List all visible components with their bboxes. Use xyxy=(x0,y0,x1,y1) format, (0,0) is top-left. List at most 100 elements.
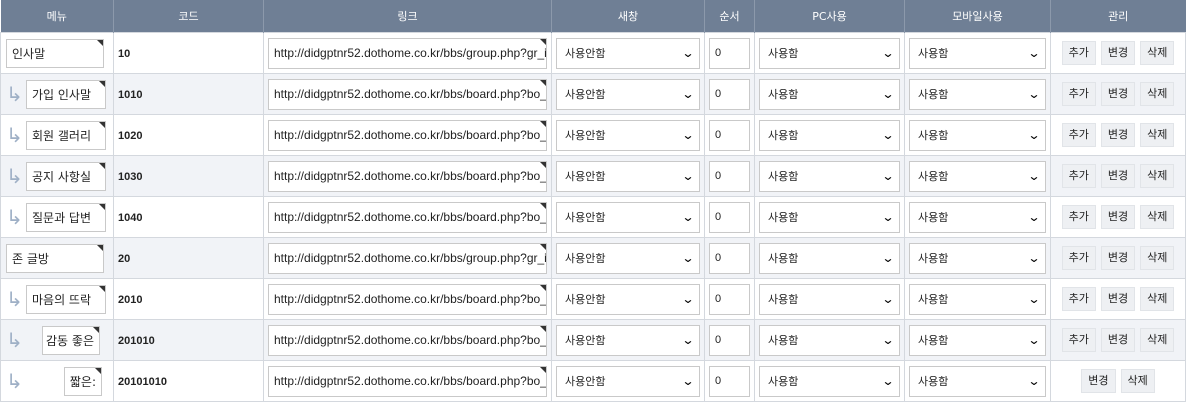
delete-button[interactable]: 삭제 xyxy=(1120,369,1155,393)
link-cell: http://didgptnr52.dothome.co.kr/bbs/boar… xyxy=(263,196,552,238)
pc-use-select[interactable]: 사용함 ⌄ xyxy=(759,242,900,274)
menu-cell: 인사말 xyxy=(0,32,114,74)
mobile-use-select[interactable]: 사용함 ⌄ xyxy=(909,201,1046,233)
new-window-value: 사용안함 xyxy=(565,252,606,265)
menu-name-input[interactable]: 회원 갤러리 xyxy=(26,120,106,150)
delete-button[interactable]: 삭제 xyxy=(1140,246,1175,270)
order-input[interactable]: 0 xyxy=(709,324,750,356)
mobile-use-select[interactable]: 사용함 ⌄ xyxy=(909,365,1046,397)
pc-use-select[interactable]: 사용함 ⌄ xyxy=(759,37,900,69)
pc-use-select[interactable]: 사용함 ⌄ xyxy=(759,119,900,151)
menu-name-input[interactable]: 인사말 xyxy=(6,38,104,68)
pc-use-select[interactable]: 사용함 ⌄ xyxy=(759,365,900,397)
link-input[interactable]: http://didgptnr52.dothome.co.kr/bbs/grou… xyxy=(268,242,547,274)
edit-button[interactable]: 변경 xyxy=(1081,369,1116,393)
delete-button[interactable]: 삭제 xyxy=(1140,205,1175,229)
link-input[interactable]: http://didgptnr52.dothome.co.kr/bbs/boar… xyxy=(268,365,547,397)
edit-button[interactable]: 변경 xyxy=(1100,246,1136,270)
mobile-use-select[interactable]: 사용함 ⌄ xyxy=(909,37,1046,69)
pc-use-select[interactable]: 사용함 ⌄ xyxy=(759,283,900,315)
link-text: http://didgptnr52.dothome.co.kr/bbs/boar… xyxy=(274,210,547,224)
add-button[interactable]: 추가 xyxy=(1061,164,1096,188)
new-window-select[interactable]: 사용안함 ⌄ xyxy=(556,119,700,151)
order-input[interactable]: 0 xyxy=(709,119,750,151)
order-input[interactable]: 0 xyxy=(709,283,750,315)
menu-name-input[interactable]: 감동 좋은 xyxy=(42,325,100,355)
header-order: 순서 xyxy=(704,0,755,33)
delete-button[interactable]: 삭제 xyxy=(1140,41,1175,65)
link-input[interactable]: http://didgptnr52.dothome.co.kr/bbs/boar… xyxy=(268,324,547,356)
order-input[interactable]: 0 xyxy=(709,160,750,192)
add-button[interactable]: 추가 xyxy=(1061,328,1096,352)
menu-cell: ↳ 마음의 뜨락 xyxy=(0,278,114,320)
edit-button[interactable]: 변경 xyxy=(1100,123,1136,147)
new-window-select[interactable]: 사용안함 ⌄ xyxy=(556,78,700,110)
menu-name-input[interactable]: 마음의 뜨락 xyxy=(26,284,106,314)
add-button[interactable]: 추가 xyxy=(1061,123,1096,147)
pc-use-select[interactable]: 사용함 ⌄ xyxy=(759,201,900,233)
new-window-select[interactable]: 사용안함 ⌄ xyxy=(556,324,700,356)
link-input[interactable]: http://didgptnr52.dothome.co.kr/bbs/grou… xyxy=(268,37,547,69)
edit-button[interactable]: 변경 xyxy=(1100,41,1136,65)
add-button[interactable]: 추가 xyxy=(1061,41,1096,65)
delete-button[interactable]: 삭제 xyxy=(1140,328,1175,352)
link-input[interactable]: http://didgptnr52.dothome.co.kr/bbs/boar… xyxy=(268,160,547,192)
add-button[interactable]: 추가 xyxy=(1061,287,1096,311)
edit-button[interactable]: 변경 xyxy=(1100,164,1136,188)
mobile-use-select[interactable]: 사용함 ⌄ xyxy=(909,324,1046,356)
pc-use-select[interactable]: 사용함 ⌄ xyxy=(759,324,900,356)
pc-use-select[interactable]: 사용함 ⌄ xyxy=(759,160,900,192)
code-cell: 20 xyxy=(113,237,264,279)
chevron-down-icon: ⌄ xyxy=(1027,87,1041,101)
new-window-select[interactable]: 사용안함 ⌄ xyxy=(556,242,700,274)
menu-name-input[interactable]: 공지 사항실 xyxy=(26,161,106,191)
pc-use-value: 사용함 xyxy=(768,252,799,265)
resize-corner-icon xyxy=(540,243,546,250)
delete-button[interactable]: 삭제 xyxy=(1140,164,1175,188)
order-input[interactable]: 0 xyxy=(709,37,750,69)
subdirectory-arrow-icon: ↳ xyxy=(6,164,23,188)
code-cell: 10 xyxy=(113,32,264,74)
order-input[interactable]: 0 xyxy=(709,365,750,397)
link-input[interactable]: http://didgptnr52.dothome.co.kr/bbs/boar… xyxy=(268,283,547,315)
new-window-select[interactable]: 사용안함 ⌄ xyxy=(556,160,700,192)
menu-name-input[interactable]: 질문과 답변 xyxy=(26,202,106,232)
link-input[interactable]: http://didgptnr52.dothome.co.kr/bbs/boar… xyxy=(268,119,547,151)
mobile-use-select[interactable]: 사용함 ⌄ xyxy=(909,78,1046,110)
delete-button[interactable]: 삭제 xyxy=(1140,287,1175,311)
link-input[interactable]: http://didgptnr52.dothome.co.kr/bbs/boar… xyxy=(268,201,547,233)
new-window-value: 사용안함 xyxy=(565,47,606,60)
new-window-select[interactable]: 사용안함 ⌄ xyxy=(556,365,700,397)
table-row: ↳ 감동 좋은 201010 http://didgptnr52.dothome.co… xyxy=(0,319,1186,361)
edit-button[interactable]: 변경 xyxy=(1100,82,1136,106)
mobile-use-select[interactable]: 사용함 ⌄ xyxy=(909,283,1046,315)
new-window-select[interactable]: 사용안함 ⌄ xyxy=(556,201,700,233)
menu-name-text: 인사말 xyxy=(12,46,46,61)
pc-use-select[interactable]: 사용함 ⌄ xyxy=(759,78,900,110)
order-input[interactable]: 0 xyxy=(709,78,750,110)
order-input[interactable]: 0 xyxy=(709,242,750,274)
menu-name-input[interactable]: 가입 인사말 xyxy=(26,79,106,109)
edit-button[interactable]: 변경 xyxy=(1100,328,1136,352)
menu-name-input[interactable]: 존 글방 xyxy=(6,243,104,273)
order-cell: 0 xyxy=(704,196,755,238)
mobile-use-select[interactable]: 사용함 ⌄ xyxy=(909,119,1046,151)
delete-button[interactable]: 삭제 xyxy=(1140,82,1175,106)
edit-button[interactable]: 변경 xyxy=(1100,287,1136,311)
new-window-select[interactable]: 사용안함 ⌄ xyxy=(556,37,700,69)
add-button[interactable]: 추가 xyxy=(1061,82,1096,106)
add-button[interactable]: 추가 xyxy=(1061,246,1096,270)
edit-button[interactable]: 변경 xyxy=(1100,205,1136,229)
menu-name-input[interactable]: 짧은: xyxy=(64,366,102,396)
action-buttons: 추가 변경 삭제 xyxy=(1055,246,1181,270)
mobile-use-select[interactable]: 사용함 ⌄ xyxy=(909,242,1046,274)
order-input[interactable]: 0 xyxy=(709,201,750,233)
resize-corner-icon xyxy=(540,202,546,209)
delete-button[interactable]: 삭제 xyxy=(1140,123,1175,147)
link-input[interactable]: http://didgptnr52.dothome.co.kr/bbs/boar… xyxy=(268,78,547,110)
add-button[interactable]: 추가 xyxy=(1061,205,1096,229)
mobile-use-select[interactable]: 사용함 ⌄ xyxy=(909,160,1046,192)
new-window-value: 사용안함 xyxy=(565,170,606,183)
new-window-select[interactable]: 사용안함 ⌄ xyxy=(556,283,700,315)
action-buttons: 변경 삭제 xyxy=(1055,369,1181,393)
